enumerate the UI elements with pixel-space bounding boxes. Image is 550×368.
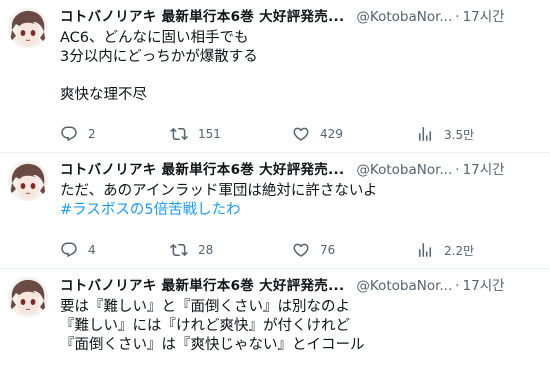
tweet-line: 『面倒くさい』は『爽快じゃない』とイコール [60,337,365,353]
author-handle[interactable]: @KotobaNor... [356,7,452,27]
tweet-line: 要は『難しい』と『面倒くさい』は別なのよ [60,299,350,315]
views-button[interactable]: 2.2만 [416,241,474,259]
tweet-actions: 2 151 429 3.5만 [60,124,540,144]
separator-dot: · [455,9,460,25]
author-handle[interactable]: @KotobaNor... [356,160,452,180]
retweet-button[interactable]: 28 [170,241,213,259]
tweet-line: ただ、あのアインラッド軍団は絶対に許さないよ [60,183,378,199]
retweet-icon [170,127,188,141]
tweet-line [60,67,540,86]
views-chart-icon [419,127,431,141]
retweet-count: 28 [198,243,214,257]
reply-count: 2 [88,127,96,141]
views-chart-icon [419,243,431,257]
reply-count: 4 [88,243,96,257]
tweet-header: コトバノリアキ 最新単行本6巻 大好評発売... @KotobaNor... ·… [60,275,540,297]
reply-icon [61,242,77,258]
avatar-illustration [8,277,48,317]
avatar-illustration [8,8,48,48]
avatar-illustration [8,161,48,201]
tweet[interactable]: コトバノリアキ 最新単行本6巻 大好評発売... @KotobaNor... ·… [0,268,550,368]
retweet-button[interactable]: 151 [170,125,221,143]
tweet-header: コトバノリアキ 最新単行本6巻 大好評発売... @KotobaNor... ·… [60,159,540,181]
tweet-line: 『難しい』には『けれど爽快』が付くけれど [60,318,350,334]
like-count: 76 [320,243,336,257]
retweet-count: 151 [198,127,221,141]
tweet-text: AC6、どんなに固い相手でも 3分以内にどっちかが爆散する 爽快な理不尽 [60,29,540,105]
reply-button[interactable]: 2 [60,125,96,143]
hashtag-link[interactable]: #ラスボスの5倍苦戦したわ [60,201,540,220]
views-count: 3.5만 [444,127,475,142]
heart-icon [293,127,309,141]
tweet-line: AC6、どんなに固い相手でも [60,30,249,46]
separator-dot: · [455,278,460,294]
reply-button[interactable]: 4 [60,241,96,259]
like-button[interactable]: 429 [292,125,343,143]
avatar[interactable] [8,161,48,201]
views-button[interactable]: 3.5만 [416,125,474,143]
tweet-text: 要は『難しい』と『面倒くさい』は別なのよ 『難しい』には『けれど爽快』が付くけれど… [60,298,540,355]
tweet[interactable]: コトバノリアキ 最新単行本6巻 大好評発売... @KotobaNor... ·… [0,0,550,152]
views-count: 2.2만 [444,243,475,258]
author-handle[interactable]: @KotobaNor... [356,276,452,296]
timestamp[interactable]: 17시간 [463,276,505,296]
retweet-icon [170,243,188,257]
avatar[interactable] [8,277,48,317]
heart-icon [293,243,309,257]
like-button[interactable]: 76 [292,241,335,259]
separator-dot: · [455,162,460,178]
like-count: 429 [320,127,343,141]
tweet-text: ただ、あのアインラッド軍団は絶対に許さないよ #ラスボスの5倍苦戦したわ [60,182,540,220]
tweet-header: コトバノリアキ 最新単行本6巻 大好評発売... @KotobaNor... ·… [60,6,540,28]
author-name[interactable]: コトバノリアキ 最新単行本6巻 大好評発売... [60,276,344,296]
tweet-line: 3分以内にどっちかが爆散する [60,49,258,65]
timestamp[interactable]: 17시간 [463,160,505,180]
timestamp[interactable]: 17시간 [463,7,505,27]
tweet-line: 爽快な理不尽 [60,87,147,103]
avatar[interactable] [8,8,48,48]
author-name[interactable]: コトバノリアキ 最新単行本6巻 大好評発売... [60,160,344,180]
author-name[interactable]: コトバノリアキ 最新単行本6巻 大好評発売... [60,7,344,27]
reply-icon [61,126,77,142]
tweet-actions: 4 28 76 2.2만 [60,240,540,260]
